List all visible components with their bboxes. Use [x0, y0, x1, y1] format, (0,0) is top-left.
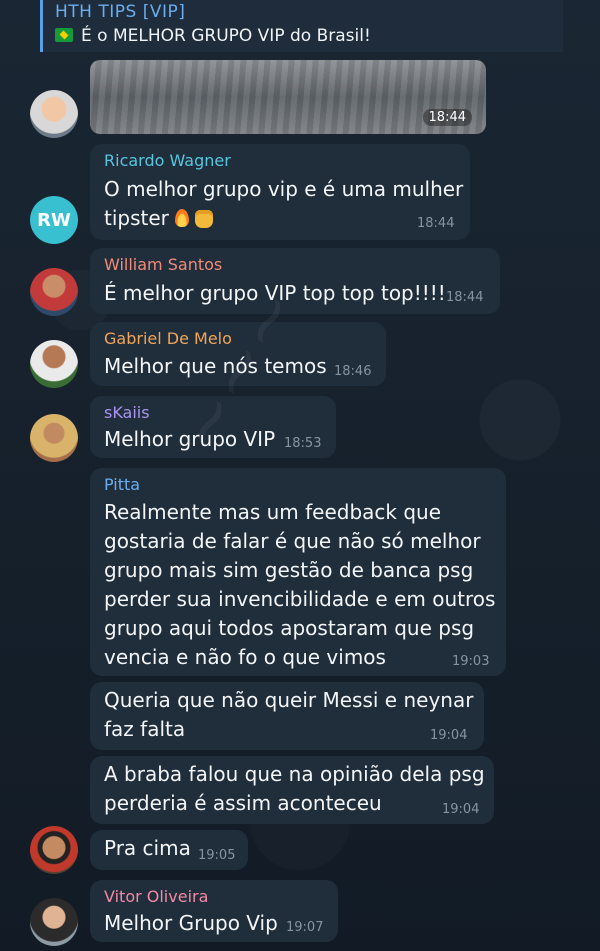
message-text: Pra cima	[104, 836, 191, 860]
channel-title: HTH TIPS [VIP]	[55, 2, 186, 22]
sender-name: William Santos	[104, 255, 223, 274]
fire-icon	[174, 209, 189, 227]
message-bubble[interactable]: Gabriel De Melo Melhor que nós temos 18:…	[90, 322, 386, 386]
message-text: Realmente mas um feedback que gostaria d…	[104, 498, 495, 672]
message-time: 18:44	[422, 109, 472, 126]
message-line: gostaria de falar é que não só melhor	[104, 529, 481, 553]
message-time: 19:03	[452, 654, 490, 669]
avatar[interactable]	[30, 826, 78, 874]
message-line: tipster	[104, 204, 463, 233]
message-line: perderia é assim aconteceu	[104, 791, 382, 815]
message-time: 18:46	[334, 364, 372, 379]
message-line: faz falta	[104, 717, 186, 741]
message-bubble[interactable]: sKaiis Melhor grupo VIP 18:53	[90, 396, 336, 458]
message-text: O melhor grupo vip e é uma mulher tipste…	[104, 175, 463, 233]
message-line: Queria que não queir Messi e neynar	[104, 688, 474, 712]
message-time: 18:44	[446, 290, 484, 305]
message-time: 19:04	[430, 728, 468, 743]
message-line: grupo aqui todos apostaram que psg	[104, 616, 475, 640]
replied-message-text: É o MELHOR GRUPO VIP do Brasil!	[55, 26, 371, 46]
message-text: Queria que não queir Messi e neynar faz …	[104, 686, 473, 744]
sender-name: Vitor Oliveira	[104, 887, 209, 906]
message-line: A braba falou que na opinião dela psg	[104, 762, 485, 786]
avatar[interactable]	[30, 414, 78, 462]
fist-icon	[194, 210, 213, 228]
sender-name: Pitta	[104, 475, 141, 494]
message-text: Melhor que nós temos	[104, 354, 327, 378]
message-bubble[interactable]: Pra cima 19:05	[90, 830, 248, 870]
message-line: vencia e não fo o que vimos	[104, 645, 386, 669]
message-bubble[interactable]: Queria que não queir Messi e neynar faz …	[90, 682, 484, 750]
avatar[interactable]	[30, 340, 78, 388]
message-text: Melhor Grupo Vip	[104, 911, 278, 935]
brazil-flag-icon	[55, 28, 73, 42]
message-time: 19:07	[286, 920, 324, 935]
avatar[interactable]	[30, 268, 78, 316]
sender-name: Gabriel De Melo	[104, 329, 232, 348]
sender-name: Ricardo Wagner	[104, 151, 231, 170]
message-bubble[interactable]: Pitta Realmente mas um feedback que gost…	[90, 468, 506, 676]
message-time: 18:44	[417, 216, 455, 231]
replied-message-header[interactable]: HTH TIPS [VIP] É o MELHOR GRUPO VIP do B…	[40, 0, 563, 52]
message-line: grupo mais sim gestão de banca psg	[104, 558, 474, 582]
sender-name: sKaiis	[104, 403, 150, 422]
avatar-initials: RW	[37, 209, 71, 231]
message-text: Melhor grupo VIP	[104, 427, 276, 451]
message-bubble[interactable]: Ricardo Wagner O melhor grupo vip e é um…	[90, 144, 470, 240]
message-bubble[interactable]: William Santos É melhor grupo VIP top to…	[90, 248, 500, 314]
replied-message-label: É o MELHOR GRUPO VIP do Brasil!	[81, 26, 371, 46]
avatar[interactable]	[30, 90, 78, 138]
message-text: É melhor grupo VIP top top top!!!!	[104, 281, 446, 305]
message-line: perder sua invencibilidade e em outros	[104, 587, 496, 611]
avatar[interactable]	[30, 898, 78, 946]
message-time: 18:53	[284, 436, 322, 451]
message-bubble[interactable]: Vitor Oliveira Melhor Grupo Vip 19:07	[90, 880, 338, 942]
message-line-text: tipster	[104, 206, 169, 230]
message-time: 19:04	[442, 802, 480, 817]
message-text: A braba falou que na opinião dela psg pe…	[104, 760, 485, 818]
avatar[interactable]: RW	[30, 196, 78, 244]
message-bubble[interactable]: A braba falou que na opinião dela psg pe…	[90, 756, 494, 824]
media-photo[interactable]: 18:44	[90, 60, 486, 134]
message-line: Realmente mas um feedback que	[104, 500, 442, 524]
message-line: O melhor grupo vip e é uma mulher	[104, 177, 464, 201]
message-time: 19:05	[198, 848, 236, 863]
